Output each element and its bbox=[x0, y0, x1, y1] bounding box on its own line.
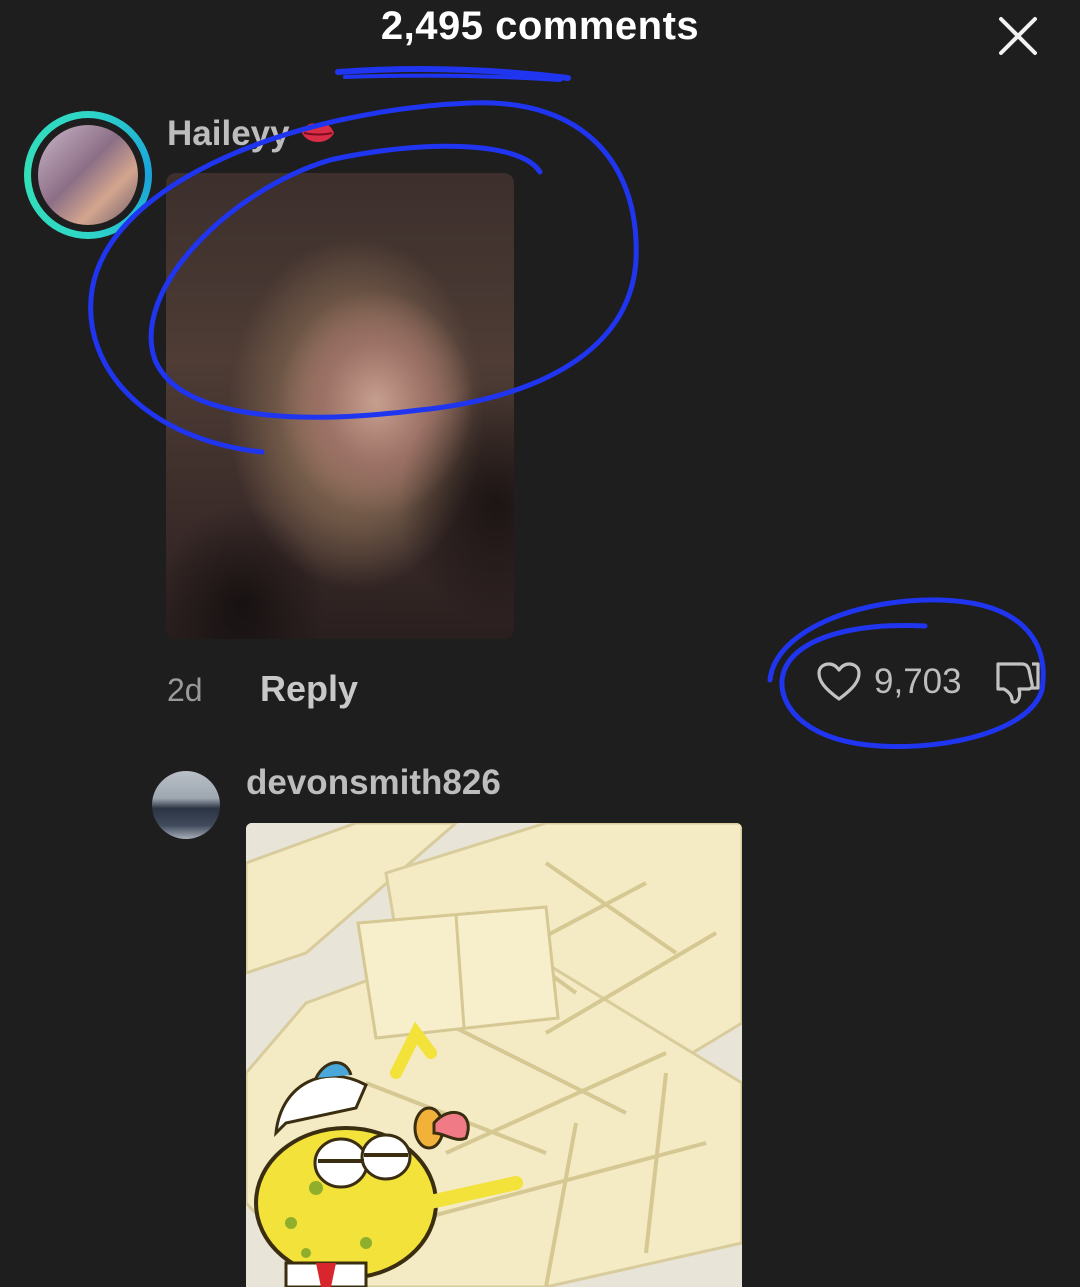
comment-image-attachment[interactable] bbox=[246, 823, 742, 1287]
close-button[interactable] bbox=[996, 14, 1040, 58]
like-count: 9,703 bbox=[874, 662, 962, 701]
underline-scribble bbox=[335, 66, 571, 81]
thumbs-down-icon bbox=[996, 662, 1040, 704]
comment-photo-attachment[interactable] bbox=[166, 173, 514, 639]
white-chocolate-image bbox=[246, 823, 742, 1287]
lips-icon bbox=[302, 123, 334, 142]
like-button[interactable]: 9,703 bbox=[816, 657, 962, 707]
avatar-devonsmith826[interactable] bbox=[152, 771, 220, 839]
comment-username[interactable]: devonsmith826 bbox=[246, 763, 501, 803]
dislike-button[interactable] bbox=[992, 656, 1044, 706]
avatar-haileyy[interactable] bbox=[24, 111, 152, 239]
comments-count-title: 2,495 comments bbox=[380, 4, 700, 48]
reply-button[interactable]: Reply bbox=[260, 668, 358, 710]
close-icon bbox=[999, 17, 1037, 55]
heart-icon bbox=[817, 662, 861, 701]
comment-username[interactable]: Haileyy bbox=[167, 114, 290, 154]
comment-timestamp: 2d bbox=[167, 672, 203, 708]
